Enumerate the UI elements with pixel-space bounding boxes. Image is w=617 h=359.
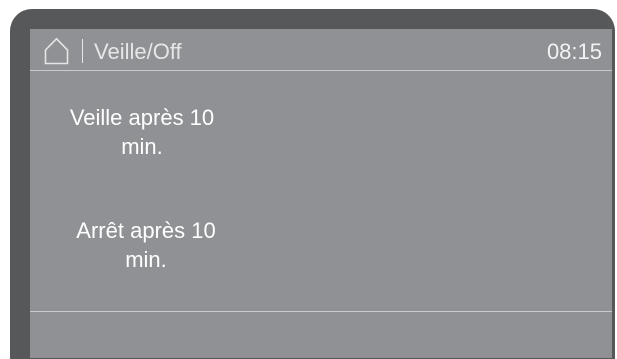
menu-item-label-line2: min.: [121, 134, 163, 159]
footer-divider-line: [30, 311, 612, 312]
clock-time: 08:15: [546, 39, 602, 64]
home-icon[interactable]: [44, 37, 69, 65]
page-title: Veille/Off: [94, 39, 182, 64]
menu-item-label-line1: Veille après 10: [69, 105, 215, 130]
menu-item-label-line2: min.: [125, 247, 167, 272]
menu-item-standby[interactable]: Veille après 10 min.: [42, 103, 242, 161]
appliance-bezel: Veille/Off 08:15 Veille après 10 min. Ar…: [10, 9, 615, 359]
menu-item-power-off[interactable]: Arrêt après 10 min.: [46, 216, 246, 274]
header-divider: [82, 39, 83, 63]
status-header: Veille/Off 08:15: [30, 29, 612, 70]
menu-item-label-line1: Arrêt après 10: [76, 218, 216, 243]
display-screen: Veille/Off 08:15 Veille après 10 min. Ar…: [30, 29, 612, 358]
header-divider-line: [30, 70, 612, 71]
